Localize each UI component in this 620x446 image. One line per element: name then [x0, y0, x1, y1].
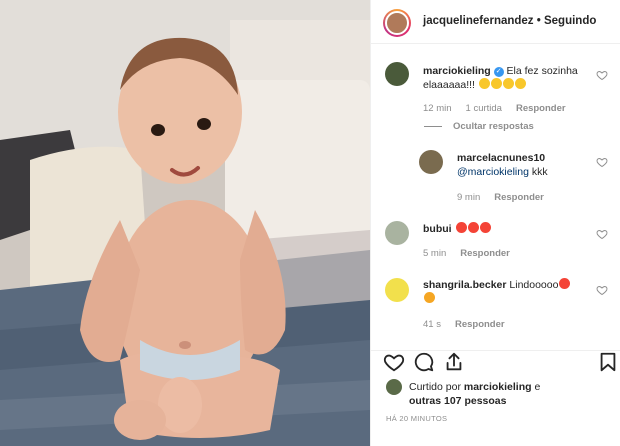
comment-text: bubui [423, 222, 593, 236]
emoji-face-icon [478, 78, 490, 89]
comment-body: kkk [528, 166, 548, 178]
heart-icon[interactable] [383, 351, 405, 373]
hide-replies-line [424, 126, 442, 127]
post-side-panel: jacquelinefernandez • Seguindo marciokie… [370, 0, 620, 446]
post-header: jacquelinefernandez • Seguindo [371, 0, 620, 44]
hide-replies-button[interactable]: Ocultar respostas [453, 121, 534, 132]
emoji-heart-eyes-icon [455, 222, 467, 233]
like-comment-heart-icon[interactable] [596, 228, 608, 240]
comment-time[interactable]: 41 s [423, 319, 441, 330]
reply-button[interactable]: Responder [494, 192, 544, 203]
comment-likes[interactable]: 1 curtida [466, 103, 502, 114]
commenter-avatar[interactable] [385, 221, 409, 245]
reply-button[interactable]: Responder [516, 103, 566, 114]
like-comment-heart-icon[interactable] [596, 69, 608, 81]
verified-badge-icon: ✓ [493, 67, 504, 77]
comment-username[interactable]: marciokieling [423, 65, 491, 77]
emoji-heart-eyes-icon [479, 222, 491, 233]
comment-meta: 5 min Responder [423, 248, 524, 259]
comment-username[interactable]: bubui [423, 223, 452, 235]
emoji-heart-eyes-icon [559, 278, 571, 289]
mention-link[interactable]: @marciokieling [457, 166, 529, 178]
post-timestamp[interactable]: HÁ 20 MINUTOS [386, 414, 447, 423]
comments-list: marciokieling ✓ Ela fez sozinha elaaaaaa… [371, 44, 620, 350]
likes-prefix: Curtido por [409, 381, 464, 393]
commenter-avatar[interactable] [385, 62, 409, 86]
comment-text: marcelacnunes10 @marciokieling kkk [457, 151, 597, 179]
post-photo[interactable] [0, 0, 370, 446]
comment-time[interactable]: 12 min [423, 103, 452, 114]
separator: • [533, 15, 544, 27]
emoji-face-icon [502, 78, 514, 89]
likes-others[interactable]: outras 107 pessoas [409, 395, 506, 407]
comment-time[interactable]: 5 min [423, 248, 446, 259]
comment-icon[interactable] [413, 351, 435, 373]
bookmark-icon[interactable] [597, 351, 619, 373]
comment-meta: 9 min Responder [457, 192, 558, 203]
likes-user[interactable]: marciokieling [464, 381, 532, 393]
share-icon[interactable] [443, 351, 465, 373]
follow-button[interactable]: Seguindo [544, 15, 596, 27]
like-comment-heart-icon[interactable] [596, 156, 608, 168]
comment-time[interactable]: 9 min [457, 192, 480, 203]
comment-text: marciokieling ✓ Ela fez sozinha elaaaaaa… [423, 64, 593, 92]
emoji-face-icon [424, 292, 435, 303]
author-avatar[interactable] [383, 9, 411, 37]
comment-username[interactable]: marcelacnunes10 [457, 152, 545, 164]
like-comment-heart-icon[interactable] [596, 284, 608, 296]
comment-body-2: elaaaaaa!!! [423, 79, 475, 91]
comment-username[interactable]: shangrila.becker [423, 279, 506, 291]
emoji-face-icon [490, 78, 502, 89]
comment-meta: 41 s Responder [423, 319, 519, 330]
reply-button[interactable]: Responder [460, 248, 510, 259]
comment-meta: 12 min 1 curtida Responder [423, 103, 580, 114]
reply-button[interactable]: Responder [455, 319, 505, 330]
commenter-avatar[interactable] [385, 278, 409, 302]
comment-body: Lindooooo [509, 279, 559, 291]
comment-text: shangrila.becker Lindooooo [423, 278, 598, 306]
liked-by-avatar[interactable] [386, 379, 402, 395]
likes-suffix: e [531, 381, 541, 393]
emoji-heart-eyes-icon [467, 222, 479, 233]
author-line: jacquelinefernandez • Seguindo [423, 15, 596, 27]
emoji-face-icon [514, 78, 526, 89]
comment-body: Ela fez sozinha [506, 65, 578, 77]
likes-summary: Curtido por marciokieling e outras 107 p… [409, 380, 540, 408]
author-username[interactable]: jacquelinefernandez [423, 15, 534, 27]
commenter-avatar[interactable] [419, 150, 443, 174]
